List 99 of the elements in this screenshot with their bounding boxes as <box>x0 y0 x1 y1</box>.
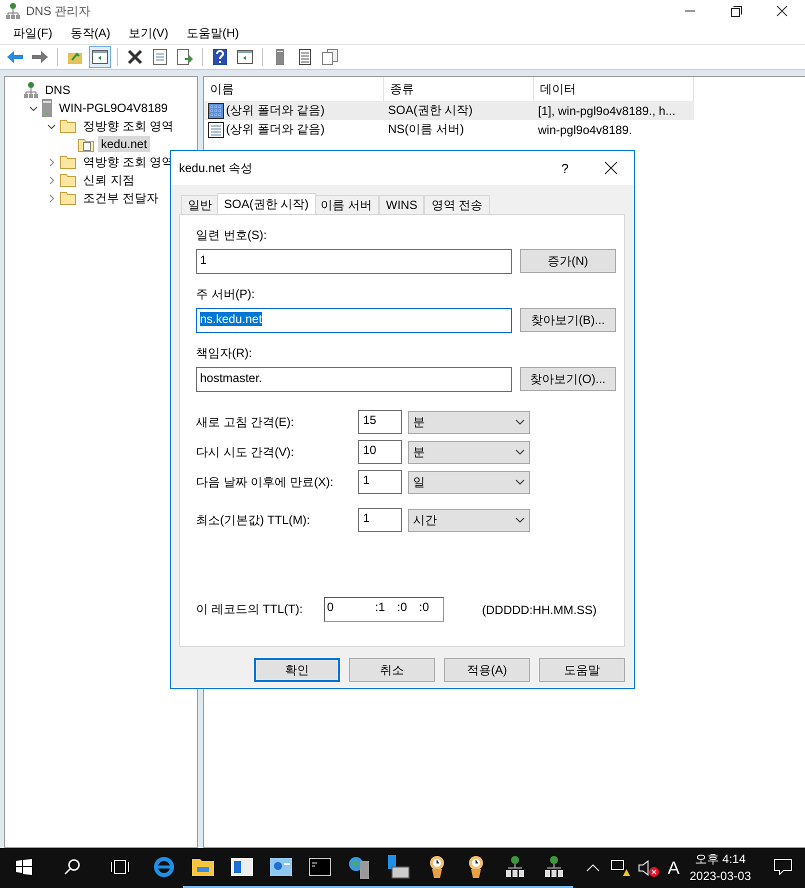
number-field[interactable]: 1 <box>358 470 402 494</box>
pane-icon <box>92 50 108 64</box>
dialog-button[interactable]: 취소 <box>349 658 435 682</box>
unit-dropdown[interactable]: 분 <box>408 410 530 434</box>
dropdown-caret-icon <box>515 449 525 455</box>
field-label: 일련 번호(S): <box>196 227 268 244</box>
network-server-icon[interactable] <box>386 855 410 879</box>
record-type: NS(이름 서버) <box>388 121 464 138</box>
globe-server-icon[interactable] <box>348 855 370 879</box>
window-icon[interactable] <box>230 858 252 876</box>
tab[interactable]: SOA(권한 시작) <box>217 193 316 214</box>
menu-item[interactable]: 동작(A) <box>61 24 120 42</box>
field-button[interactable]: 찾아보기(O)... <box>520 367 616 391</box>
number-field[interactable]: 1 <box>358 508 402 532</box>
folder-icon[interactable] <box>192 858 214 876</box>
field-label: 다시 시도 간격(V): <box>196 444 295 460</box>
help-button[interactable]: ? <box>542 160 588 176</box>
input-field[interactable]: 1 <box>196 249 512 274</box>
field-label: 주 서버(P): <box>196 286 256 303</box>
record-data: [1], win-pgl9o4v8189., h... <box>538 104 676 118</box>
dialog-title: kedu.net 속성 <box>179 160 252 176</box>
record-name: (상위 폴더와 같음) <box>226 121 325 138</box>
properties-icon <box>153 49 167 65</box>
start-icon[interactable] <box>16 859 32 875</box>
dialog-button[interactable]: 도움말 <box>539 658 625 682</box>
tree-item[interactable]: 조건부 전달자 <box>80 188 162 208</box>
dashboard-icon[interactable] <box>270 858 292 876</box>
list-icon <box>299 49 311 65</box>
tab[interactable]: 영역 전송 <box>424 195 490 214</box>
field-label: 다음 날짜 이후에 만료(X): <box>196 474 334 490</box>
record-type: SOA(권한 시작) <box>388 102 473 119</box>
format-hint: (DDDDD:HH.MM.SS) <box>482 602 597 616</box>
ttl-field[interactable]: 0 :1 :0 :0 <box>324 597 444 622</box>
record-row[interactable]: (상위 폴더와 같음) NS(이름 서버) win-pgl9o4v8189. <box>204 120 694 139</box>
folder-icon <box>60 119 76 133</box>
network-icon[interactable] <box>504 856 524 878</box>
server-icon <box>42 99 52 117</box>
input-method-indicator[interactable]: A <box>668 858 680 878</box>
dropdown-caret-icon <box>515 419 525 425</box>
back-arrow-icon <box>6 50 24 64</box>
field-label: 책임자(R): <box>196 345 253 362</box>
menu-item[interactable]: 파일(F) <box>4 24 62 42</box>
unit-dropdown[interactable]: 시간 <box>408 508 530 532</box>
network-icon <box>24 82 38 98</box>
input-field[interactable]: ns.kedu.net <box>196 308 512 333</box>
taskbar-date[interactable]: 2023-03-03 <box>690 868 751 885</box>
field-button[interactable]: 찾아보기(B)... <box>520 308 616 332</box>
field-label: 최소(기본값) TTL(M): <box>196 512 311 528</box>
tab[interactable]: 일반 <box>181 195 219 214</box>
toolbar-button[interactable] <box>89 46 111 68</box>
notification-icon[interactable] <box>774 859 792 875</box>
field-button[interactable]: 증가(N) <box>520 249 616 273</box>
folder-icon <box>60 191 76 205</box>
record-data: win-pgl9o4v8189. <box>538 122 632 136</box>
browser-icon[interactable] <box>152 856 174 878</box>
network-warning-icon[interactable] <box>610 859 630 877</box>
task-view-icon[interactable] <box>110 860 130 874</box>
chevron-up-icon[interactable] <box>586 863 600 873</box>
unit-dropdown[interactable]: 일 <box>408 470 530 494</box>
tree-item[interactable]: WIN-PGL9O4V8189 <box>56 100 171 116</box>
terminal-icon[interactable] <box>308 858 330 876</box>
field-label: 이 레코드의 TTL(T): <box>196 601 304 618</box>
input-field[interactable]: hostmaster. <box>196 367 512 392</box>
search-icon[interactable] <box>64 859 80 875</box>
unit-dropdown[interactable]: 분 <box>408 440 530 464</box>
folder-icon <box>60 155 76 169</box>
network-icon <box>6 3 20 19</box>
dropdown-caret-icon <box>515 479 525 485</box>
dialog-button[interactable]: 확인 <box>254 658 340 682</box>
record-name: (상위 폴더와 같음) <box>226 102 325 119</box>
help-icon <box>213 49 227 65</box>
network-icon[interactable] <box>544 856 564 878</box>
record-row[interactable]: (상위 폴더와 같음) SOA(권한 시작) [1], win-pgl9o4v8189., h... <box>204 101 694 120</box>
export-list-icon <box>177 49 193 65</box>
taskbar-time[interactable]: 오후 4:14 <box>694 851 746 868</box>
tree-item[interactable]: DNS <box>42 82 74 98</box>
muted-speaker-icon[interactable] <box>638 859 660 877</box>
field-label: 새로 고침 간격(E): <box>196 414 295 430</box>
tab[interactable]: 이름 서버 <box>314 195 380 214</box>
number-field[interactable]: 15 <box>358 410 402 434</box>
window-title: DNS 관리자 <box>26 2 91 20</box>
zone-file-icon <box>78 136 94 152</box>
dialog-button[interactable]: 적용(A) <box>444 658 530 682</box>
copy-icon <box>322 49 338 65</box>
record-icon <box>208 122 224 138</box>
tab[interactable]: WINS <box>379 195 424 214</box>
tree-item[interactable]: 정방향 조회 영역 <box>80 116 177 136</box>
number-field[interactable]: 10 <box>358 440 402 464</box>
menu-item[interactable]: 도움말(H) <box>177 24 248 42</box>
pane-icon <box>237 50 253 64</box>
tree-item[interactable]: 신뢰 지점 <box>80 170 138 190</box>
delete-icon <box>127 49 143 65</box>
menu-item[interactable]: 보기(V) <box>119 24 178 42</box>
tree-item[interactable]: kedu.net <box>98 136 150 152</box>
forward-arrow-icon <box>31 50 49 64</box>
folder-icon <box>60 173 76 187</box>
dropdown-caret-icon <box>515 517 525 523</box>
soa-record-icon <box>208 102 224 118</box>
server-icon <box>276 49 284 65</box>
